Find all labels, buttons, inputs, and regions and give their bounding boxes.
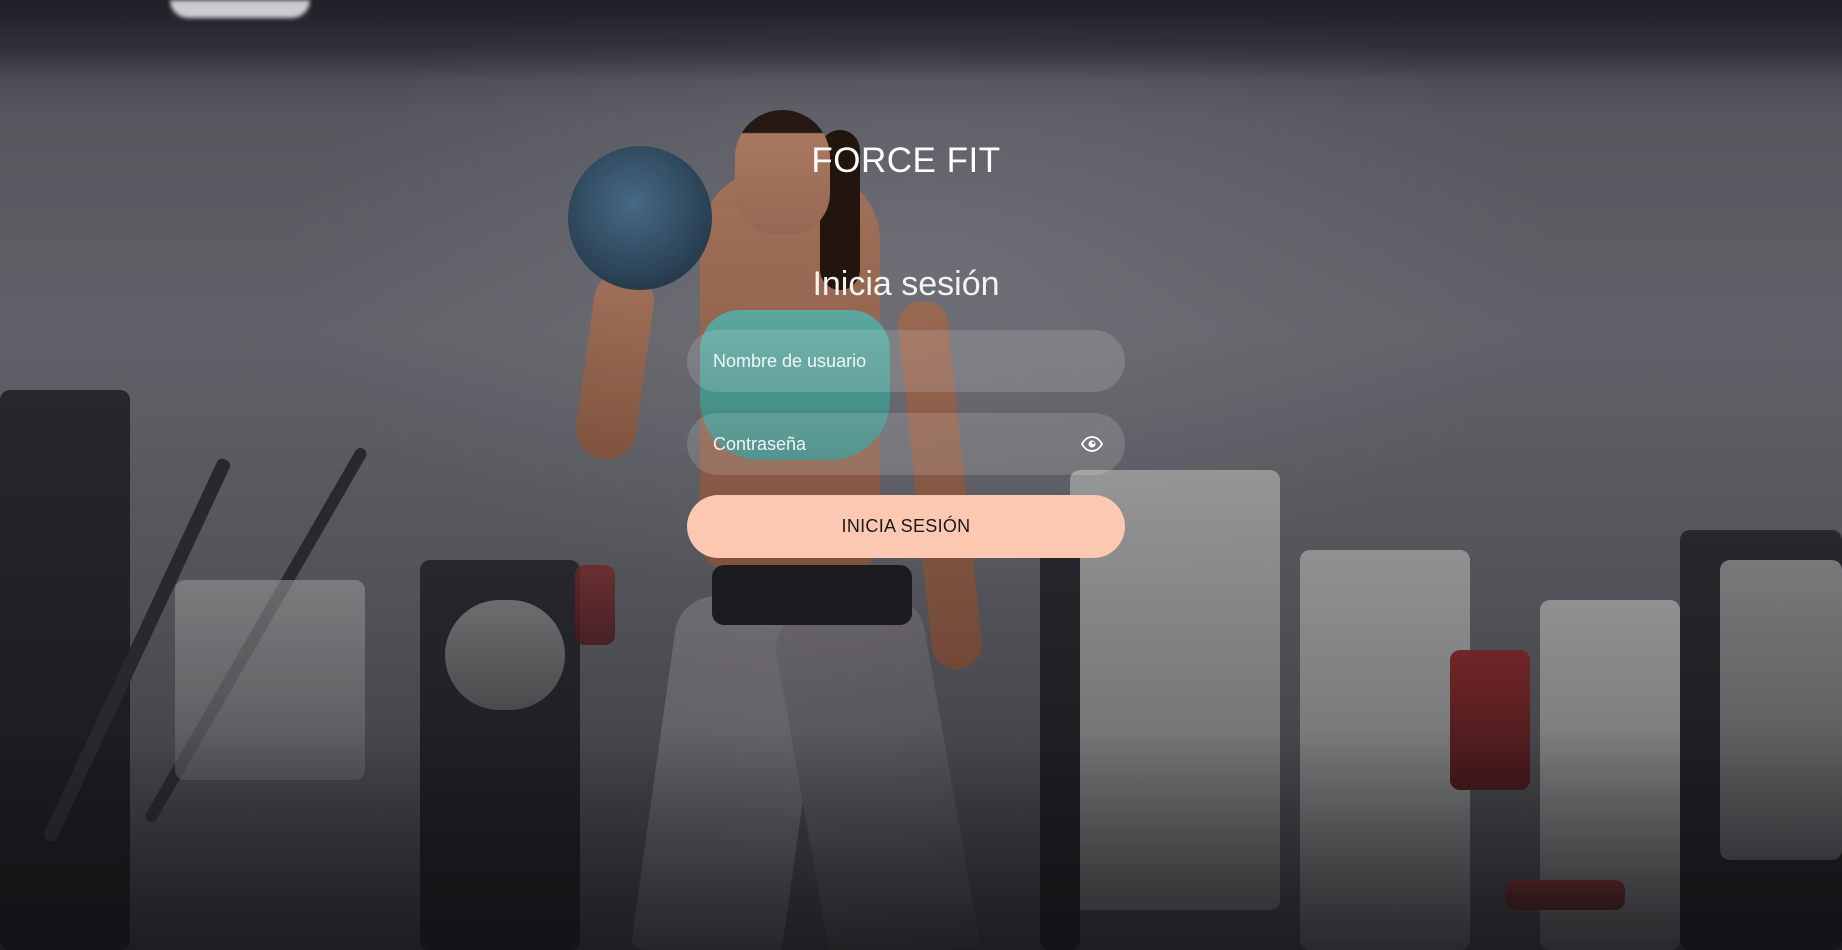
brand-title: FORCE FIT — [811, 141, 1001, 180]
login-submit-button[interactable]: INICIA SESIÓN — [687, 495, 1125, 558]
login-page: FORCE FIT Inicia sesión INICIA SESIÓN — [0, 0, 1842, 950]
login-heading: Inicia sesión — [812, 265, 1000, 303]
password-field-wrapper — [687, 413, 1125, 475]
login-form: FORCE FIT Inicia sesión INICIA SESIÓN — [687, 130, 1125, 558]
show-password-button[interactable] — [1079, 431, 1105, 457]
eye-icon — [1081, 436, 1103, 452]
username-input[interactable] — [713, 350, 1099, 372]
password-input[interactable] — [713, 433, 1099, 455]
username-field-wrapper — [687, 330, 1125, 392]
